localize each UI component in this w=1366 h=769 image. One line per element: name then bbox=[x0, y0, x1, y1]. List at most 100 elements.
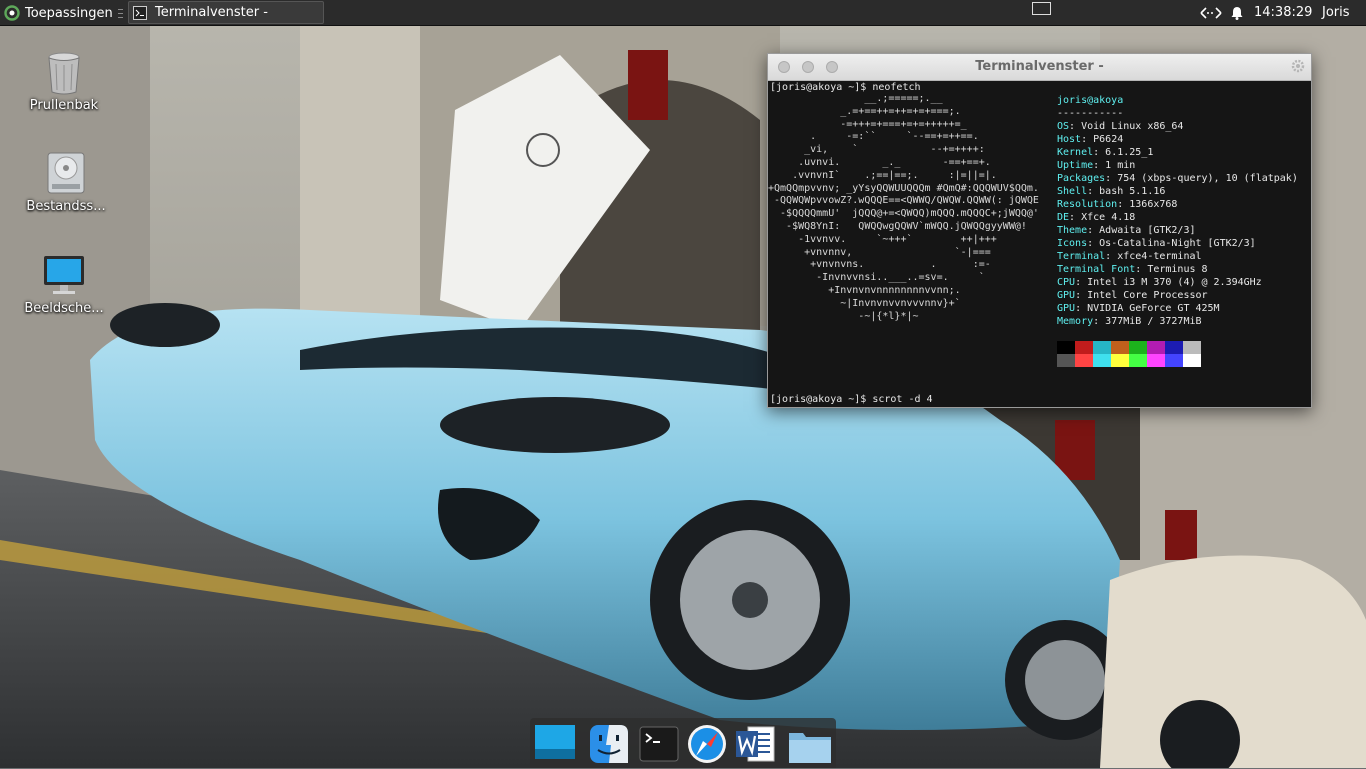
info-value: Intel i3 M 370 (4) @ 2.394GHz bbox=[1087, 277, 1262, 288]
info-key: Resolution bbox=[1057, 199, 1118, 210]
info-colon: : bbox=[1087, 225, 1100, 236]
dock-safari[interactable] bbox=[685, 723, 729, 765]
palette-swatch bbox=[1093, 354, 1111, 367]
dock-finder[interactable] bbox=[587, 723, 631, 765]
notification-bell-icon[interactable] bbox=[1231, 6, 1243, 20]
info-key: Theme bbox=[1057, 225, 1088, 236]
logo-line: __.;=====;.__ bbox=[768, 93, 943, 104]
void-logo-icon bbox=[4, 5, 20, 21]
palette-swatch bbox=[1165, 354, 1183, 367]
info-row: Kernel: 6.1.25_1 bbox=[1057, 146, 1298, 159]
finder-icon bbox=[590, 725, 628, 763]
info-colon: : bbox=[1069, 212, 1082, 223]
info-colon: : bbox=[1117, 199, 1130, 210]
user-menu[interactable]: Joris bbox=[1322, 5, 1350, 20]
info-separator: ----------- bbox=[1057, 108, 1124, 119]
terminal-window[interactable]: Terminalvenster - [joris@akoya ~]$ neofe… bbox=[767, 53, 1312, 408]
color-palette bbox=[1057, 341, 1201, 367]
terminal-icon bbox=[639, 726, 679, 762]
logo-line: -~|{*l}*|~ bbox=[768, 310, 919, 322]
terminal-output[interactable]: [joris@akoya ~]$ neofetch __.;=====;.__ … bbox=[768, 81, 1311, 407]
desktop-icon-screen[interactable]: Beeldsche... bbox=[14, 253, 114, 316]
info-colon: : bbox=[1093, 147, 1106, 158]
info-colon: : bbox=[1075, 303, 1088, 314]
info-colon: : bbox=[1105, 173, 1118, 184]
dock bbox=[530, 718, 836, 768]
info-colon: : bbox=[1075, 290, 1088, 301]
info-key: Terminal Font bbox=[1057, 264, 1136, 275]
dock-word[interactable] bbox=[733, 723, 777, 765]
trash-icon bbox=[48, 52, 80, 95]
applications-menu-button[interactable]: Toepassingen bbox=[4, 0, 125, 26]
void-ascii-logo: __.;=====;.__ _.=+==++=++=+=+===;. -=+++… bbox=[768, 93, 1048, 323]
info-value: 754 (xbps-query), 10 (flatpak) bbox=[1117, 173, 1298, 184]
menu-grip-icon bbox=[117, 9, 123, 18]
info-value: xfce4-terminal bbox=[1117, 251, 1202, 262]
info-key: GPU bbox=[1057, 303, 1076, 314]
info-key: Uptime bbox=[1057, 160, 1094, 171]
info-key: GPU bbox=[1057, 290, 1076, 301]
logo-line: -1vvnvv. `~+++` ++|+++ bbox=[768, 233, 997, 245]
info-value: bash 5.1.16 bbox=[1099, 186, 1166, 197]
info-colon: : bbox=[1087, 186, 1100, 197]
info-colon: : bbox=[1093, 160, 1106, 171]
palette-swatch bbox=[1111, 354, 1129, 367]
info-colon: : bbox=[1087, 238, 1100, 249]
dock-terminal[interactable] bbox=[637, 723, 681, 765]
logo-line: +QmQQmpvvnv; _yYsyQQWUUQQQm #QmQ#:QQQWUV… bbox=[768, 182, 1039, 194]
info-row: DE: Xfce 4.18 bbox=[1057, 211, 1298, 224]
network-icon[interactable] bbox=[1200, 6, 1222, 20]
info-row: OS: Void Linux x86_64 bbox=[1057, 120, 1298, 133]
info-colon: : bbox=[1093, 316, 1106, 327]
info-colon: : bbox=[1075, 277, 1088, 288]
command-line: [joris@akoya ~]$ scrot -d 4 bbox=[770, 394, 933, 405]
info-key: OS bbox=[1057, 121, 1070, 132]
info-key: Memory bbox=[1057, 316, 1094, 327]
panel-status-area: 14:38:29 Joris bbox=[1194, 0, 1366, 26]
logo-line: -QQWQWpvvowZ?.wQQQE==<QWWQ/QWQW.QQWW(: j… bbox=[768, 195, 1039, 207]
palette-swatch bbox=[1147, 354, 1165, 367]
info-colon: : bbox=[1069, 121, 1082, 132]
info-key: CPU bbox=[1057, 277, 1076, 288]
info-row: Theme: Adwaita [GTK2/3] bbox=[1057, 224, 1298, 237]
info-value: Xfce 4.18 bbox=[1081, 212, 1136, 223]
dock-desktop[interactable] bbox=[533, 723, 577, 765]
palette-swatch bbox=[1057, 354, 1075, 367]
terminal-title: Terminalvenster - bbox=[975, 59, 1104, 74]
info-key: Shell bbox=[1057, 186, 1088, 197]
info-row: GPU: Intel Core Processor bbox=[1057, 289, 1298, 302]
logo-line: .vvnvnI` .;==|==;. :|=||=|. bbox=[768, 169, 997, 181]
clock[interactable]: 14:38:29 bbox=[1254, 5, 1312, 20]
logo-line: -Invnvvnsi..___..=sv=. ` bbox=[768, 272, 985, 284]
system-info: joris@akoya ----------- OS: Void Linux x… bbox=[1057, 94, 1298, 328]
terminal-titlebar[interactable]: Terminalvenster - bbox=[768, 54, 1311, 81]
palette-swatch bbox=[1183, 354, 1201, 367]
workspace-switcher[interactable] bbox=[1032, 2, 1051, 15]
desktop-icon-trash[interactable]: Prullenbak bbox=[14, 50, 114, 113]
dock-files[interactable] bbox=[787, 723, 831, 765]
gear-icon[interactable] bbox=[1291, 59, 1305, 73]
info-row: Host: P6624 bbox=[1057, 133, 1298, 146]
info-colon: : bbox=[1081, 134, 1094, 145]
info-value: P6624 bbox=[1093, 134, 1124, 145]
palette-swatch bbox=[1183, 341, 1201, 354]
info-value: Terminus 8 bbox=[1147, 264, 1208, 275]
info-value: 1 min bbox=[1105, 160, 1136, 171]
compass-icon bbox=[688, 725, 726, 763]
logo-line: _vi, ` --+=++++: bbox=[768, 144, 985, 156]
logo-line: -=+++=+===+=+=+++++=_ bbox=[768, 118, 967, 130]
user-host: joris@akoya bbox=[1057, 95, 1124, 106]
word-icon bbox=[736, 726, 775, 762]
taskbar-terminal-button[interactable]: Terminalvenster - bbox=[128, 1, 324, 24]
palette-swatch bbox=[1057, 341, 1075, 354]
taskbar-terminal-label: Terminalvenster - bbox=[155, 5, 268, 20]
logo-line: . -=:`` `--==+=++==. bbox=[768, 131, 979, 143]
info-row: Packages: 754 (xbps-query), 10 (flatpak) bbox=[1057, 172, 1298, 185]
palette-swatch bbox=[1111, 341, 1129, 354]
info-row: Resolution: 1366x768 bbox=[1057, 198, 1298, 211]
desktop-icon-filesystem[interactable]: Bestandss... bbox=[16, 151, 116, 214]
logo-line: ~|Invnvnvvnvvvnnv}+` bbox=[768, 297, 961, 309]
info-row: CPU: Intel i3 M 370 (4) @ 2.394GHz bbox=[1057, 276, 1298, 289]
logo-line: +Invnvnvnnnnnnnnvvnn;. bbox=[768, 284, 961, 296]
top-panel: Toepassingen Terminalvenster - 14:38:29 … bbox=[0, 0, 1366, 26]
